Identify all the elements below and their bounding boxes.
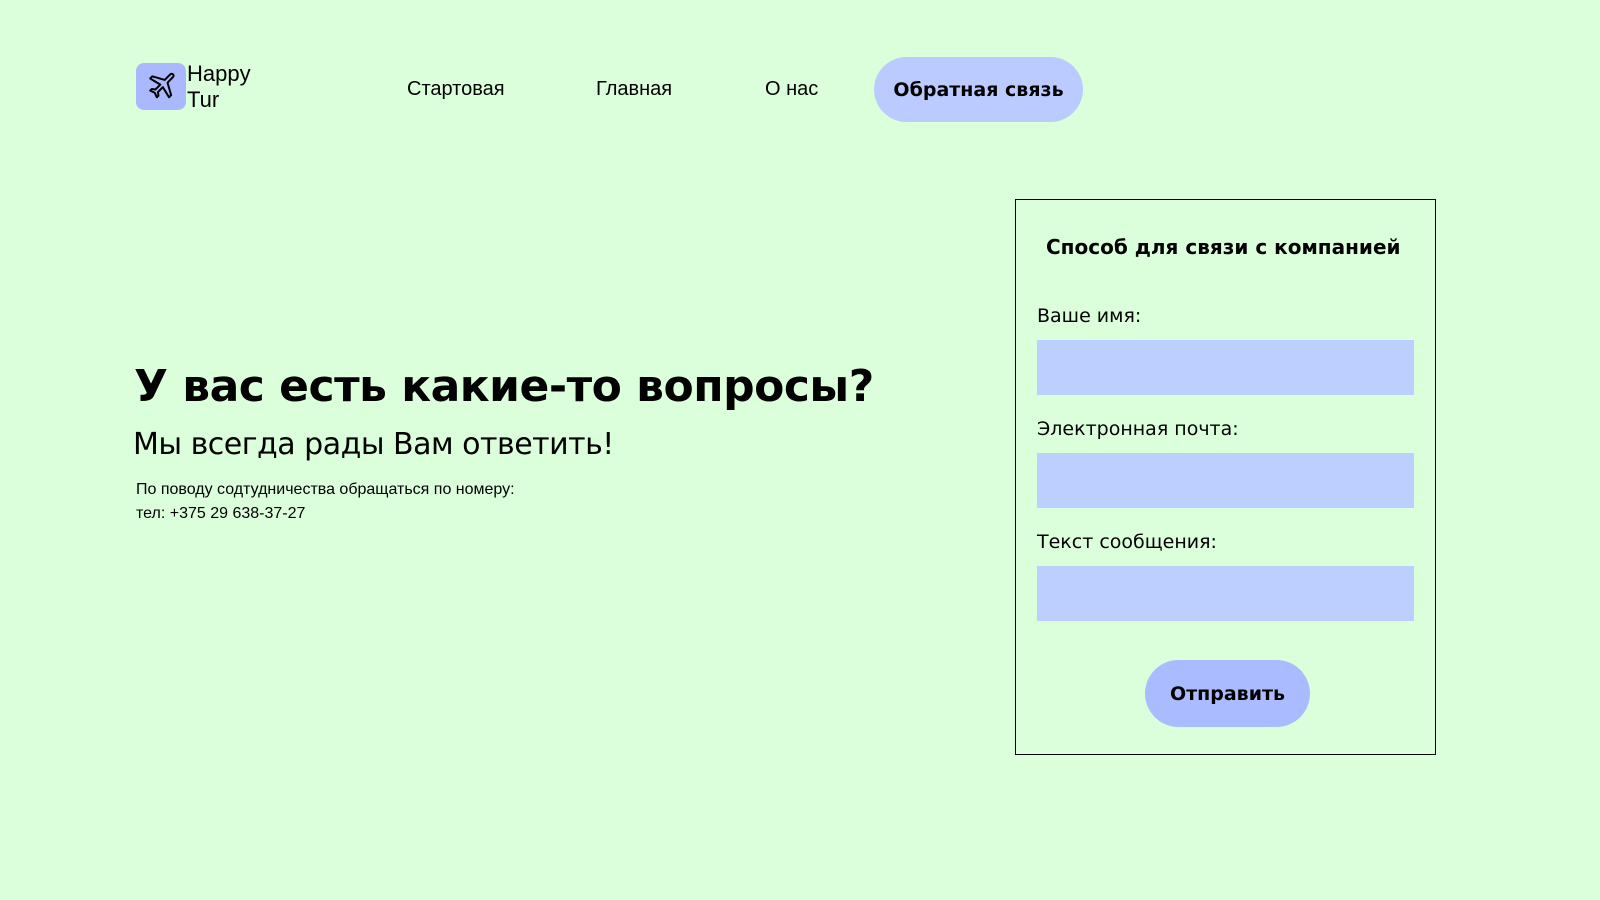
feedback-form: Способ для связи с компанией Ваше имя: Э… — [1015, 199, 1436, 755]
form-title: Способ для связи с компанией — [1046, 235, 1401, 259]
email-input[interactable] — [1037, 453, 1414, 508]
contact-info: По поводу содтудничества обращаться по н… — [136, 478, 515, 526]
email-label: Электронная почта: — [1037, 418, 1239, 440]
contact-text: По поводу содтудничества обращаться по н… — [136, 481, 515, 498]
nav-link-about[interactable]: О нас — [765, 74, 818, 104]
name-input[interactable] — [1037, 340, 1414, 395]
nav-link-start[interactable]: Стартовая — [407, 74, 505, 104]
logo-line-2: Tur — [187, 87, 220, 112]
message-input[interactable] — [1037, 566, 1414, 621]
logo-badge[interactable] — [136, 63, 186, 110]
nav-link-main[interactable]: Главная — [596, 74, 672, 104]
hero-title: У вас есть какие-то вопросы? — [134, 361, 874, 412]
logo-text[interactable]: Happy Tur — [187, 61, 251, 113]
submit-button[interactable]: Отправить — [1145, 660, 1310, 727]
logo-line-1: Happy — [187, 61, 251, 86]
contact-phone: тел: +375 29 638-37-27 — [136, 505, 306, 522]
name-label: Ваше имя: — [1037, 305, 1142, 327]
airplane-icon — [149, 72, 175, 98]
hero-subtitle: Мы всегда рады Вам ответить! — [133, 427, 614, 462]
nav-link-feedback[interactable]: Обратная связь — [874, 57, 1083, 122]
message-label: Текст сообщения: — [1037, 531, 1217, 553]
